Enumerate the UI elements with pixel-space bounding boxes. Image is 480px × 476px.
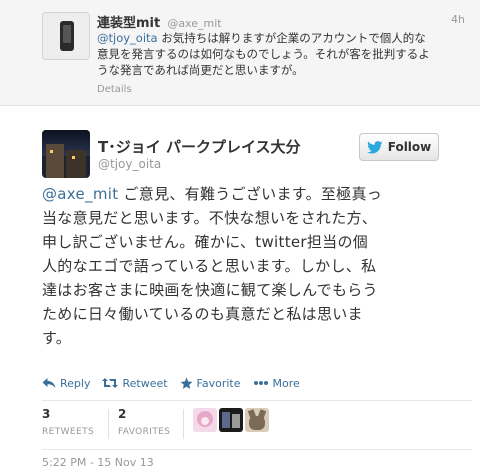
- tweet-actions: Reply Retweet Favorite More: [42, 374, 312, 392]
- more-dots-icon: [253, 381, 268, 385]
- star-icon: [180, 377, 193, 389]
- stat-divider: [108, 409, 109, 439]
- follow-label: Follow: [387, 140, 432, 154]
- parent-tweet-time[interactable]: 4h: [451, 13, 465, 26]
- retweet-icon: [102, 378, 119, 388]
- parent-tweet-text: @tjoy_oita お気持ちは解りますが企業のアカウントで個人的な 意見を発言…: [97, 31, 430, 77]
- main-avatar[interactable]: [42, 130, 90, 178]
- reply-icon: [42, 378, 56, 388]
- divider: [42, 449, 472, 450]
- follow-button[interactable]: Follow: [359, 133, 439, 161]
- main-mention-link[interactable]: @axe_mit: [42, 185, 118, 203]
- parent-tweet[interactable]: 連装型mit @axe_mit 4h @tjoy_oita お気持ちは解りますが…: [0, 0, 480, 106]
- stat-divider: [183, 409, 184, 439]
- more-button[interactable]: More: [253, 377, 300, 390]
- parent-avatar[interactable]: [42, 12, 90, 60]
- parent-tweet-header: 連装型mit @axe_mit 4h: [97, 12, 467, 31]
- favorites-label: FAVORITES: [118, 427, 171, 437]
- parent-author-name[interactable]: 連装型mit: [97, 16, 160, 31]
- favorite-button[interactable]: Favorite: [180, 377, 241, 390]
- tweet-timestamp[interactable]: 5:22 PM - 15 Nov 13: [42, 456, 154, 469]
- details-link[interactable]: Details: [97, 84, 132, 95]
- favoriter-avatar[interactable]: [219, 408, 243, 432]
- favoriter-avatar[interactable]: [245, 408, 269, 432]
- favoriter-avatar[interactable]: [193, 408, 217, 432]
- divider: [42, 400, 472, 401]
- favoriter-avatars: [193, 408, 271, 432]
- twitter-bird-icon: [366, 140, 383, 154]
- retweets-count: 3: [42, 407, 51, 421]
- retweets-stat[interactable]: 3 RETWEETS: [42, 407, 94, 437]
- parent-mention-link[interactable]: @tjoy_oita: [97, 31, 158, 45]
- retweets-label: RETWEETS: [42, 427, 95, 437]
- main-tweet-text: @axe_mit ご意見、有難うございます。至極真っ 当な意見だと思います。不快…: [42, 185, 383, 347]
- parent-author-handle[interactable]: @axe_mit: [167, 17, 221, 30]
- retweet-button[interactable]: Retweet: [102, 377, 168, 390]
- main-author-name[interactable]: T･ジョイ パークプレイス大分: [98, 136, 301, 157]
- main-author-handle[interactable]: @tjoy_oita: [98, 157, 161, 171]
- favorites-stat[interactable]: 2 FAVORITES: [118, 407, 170, 437]
- reply-button[interactable]: Reply: [42, 377, 90, 390]
- favorites-count: 2: [118, 407, 127, 421]
